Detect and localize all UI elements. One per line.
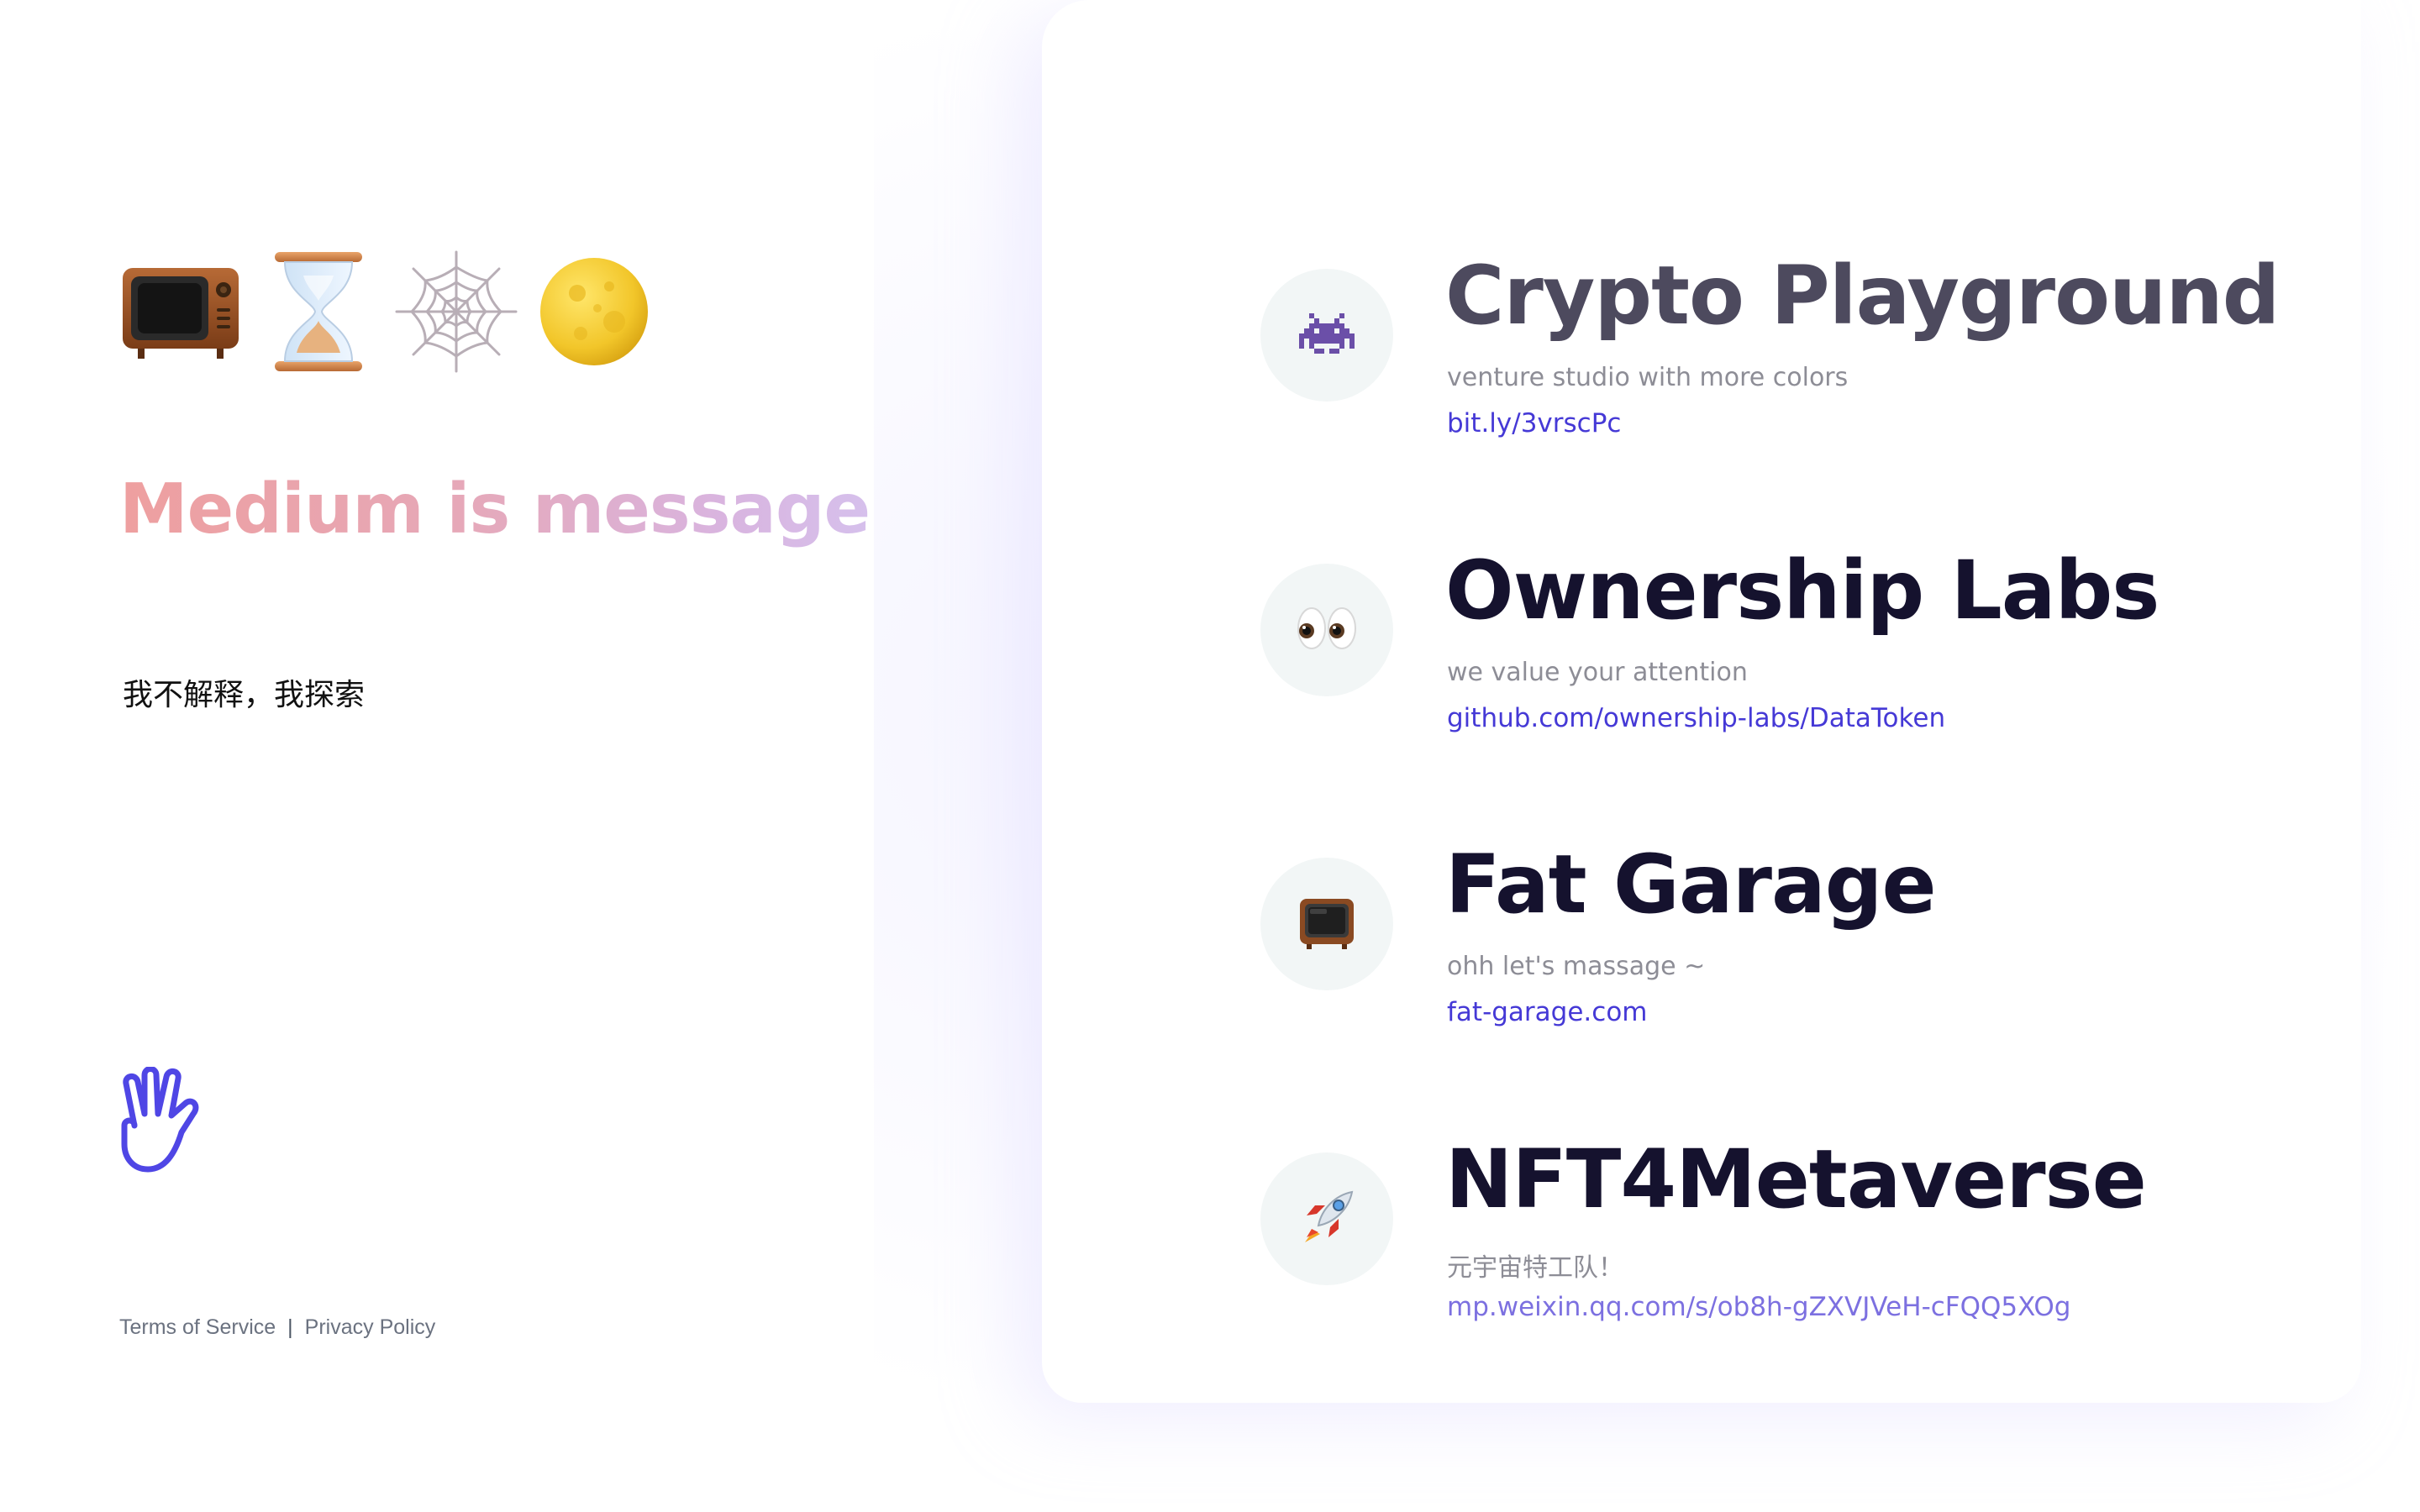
terms-of-service-link[interactable]: Terms of Service (119, 1315, 276, 1340)
vulcan-salute-icon (116, 1066, 203, 1176)
emoji-row (118, 249, 657, 375)
project-link[interactable]: mp.weixin.qq.com/s/ob8h-gZXVJVeH-cFQQ5XO… (1447, 1292, 2071, 1322)
project-ownership-labs: Ownership Labs we value your attention g… (1260, 543, 2353, 824)
footer-links: Terms of Service | Privacy Policy (119, 1315, 435, 1340)
project-link[interactable]: fat-garage.com (1447, 997, 1647, 1027)
tagline: Medium is message (119, 470, 871, 549)
project-link[interactable]: github.com/ownership-labs/DataToken (1447, 703, 1945, 733)
project-crypto-playground: Crypto Playground venture studio with mo… (1260, 249, 2353, 529)
television-icon (118, 249, 244, 375)
project-nft4metaverse: NFT4Metaverse 元宇宙特工队！ mp.weixin.qq.com/s… (1260, 1132, 2353, 1413)
eyes-icon (1295, 606, 1359, 654)
page: Medium is message 我不解释，我探索 Terms of Serv… (0, 0, 2420, 1512)
project-icon-circle (1260, 1152, 1393, 1285)
project-title: Ownership Labs (1445, 543, 2160, 638)
spider-web-icon (393, 249, 519, 375)
hourglass-icon (255, 249, 381, 375)
project-subtitle: ohh let's massage ~ (1447, 952, 1706, 981)
project-title: Fat Garage (1445, 837, 1937, 932)
motto: 我不解释，我探索 (123, 678, 366, 712)
project-icon-circle (1260, 564, 1393, 696)
project-title: NFT4Metaverse (1445, 1132, 2147, 1226)
project-fat-garage: Fat Garage ohh let's massage ~ fat-garag… (1260, 837, 2353, 1118)
space-invader-icon (1299, 310, 1355, 360)
project-icon-circle (1260, 269, 1393, 402)
project-subtitle: we value your attention (1447, 658, 1748, 687)
project-link[interactable]: bit.ly/3vrscPc (1447, 408, 1621, 438)
project-subtitle: 元宇宙特工队！ (1447, 1253, 1623, 1283)
full-moon-icon (531, 249, 657, 375)
television-icon (1297, 892, 1357, 956)
privacy-policy-link[interactable]: Privacy Policy (305, 1315, 436, 1340)
rocket-icon (1297, 1187, 1357, 1251)
project-title: Crypto Playground (1445, 249, 2280, 343)
project-subtitle: venture studio with more colors (1447, 363, 1849, 392)
footer-separator: | (287, 1315, 293, 1339)
project-icon-circle (1260, 858, 1393, 990)
